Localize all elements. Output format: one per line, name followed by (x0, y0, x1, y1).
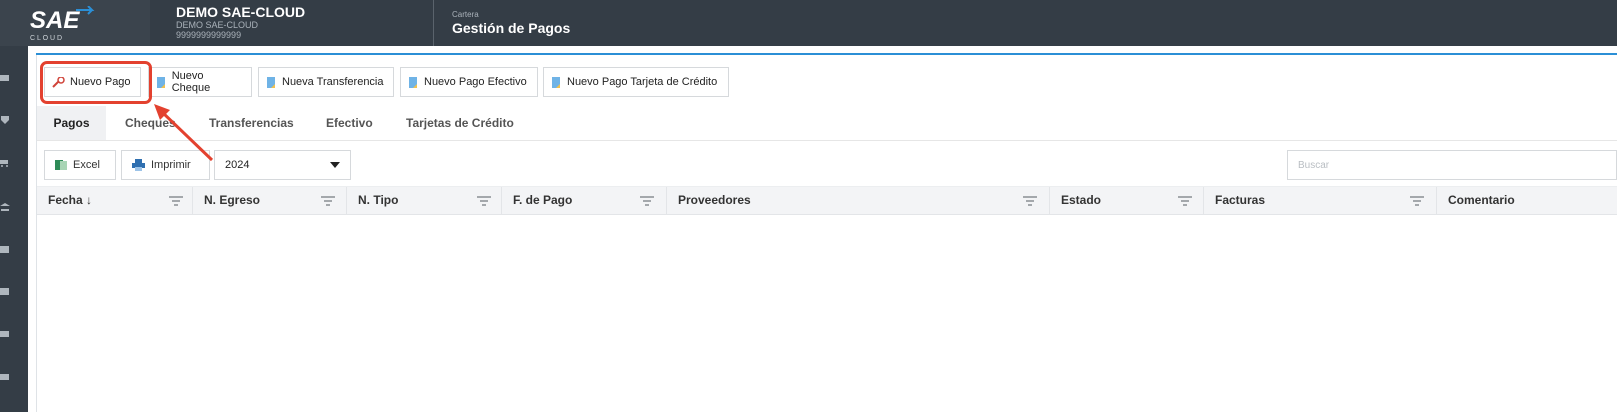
column-n-tipo-label: N. Tipo (358, 193, 399, 207)
caret-down-icon (330, 162, 340, 168)
sidebar-chart-icon[interactable] (0, 373, 10, 381)
new-cash-payment-button[interactable]: Nuevo Pago Efectivo (400, 67, 538, 97)
sidebar-folder-icon[interactable] (0, 245, 10, 253)
company-id: 9999999999999 (176, 30, 242, 40)
filter-icon[interactable] (1178, 196, 1192, 206)
new-check-label: Nuevo Cheque (171, 70, 211, 94)
column-facturas-label: Facturas (1215, 193, 1266, 207)
page-title: Gestión de Pagos (452, 20, 571, 36)
company-name: DEMO SAE-CLOUD (176, 4, 306, 20)
year-select[interactable]: 2024 (214, 150, 351, 180)
filter-icon[interactable] (169, 196, 183, 206)
printer-icon (132, 159, 145, 171)
company-subname: DEMO SAE-CLOUD (176, 20, 259, 30)
new-check-button[interactable]: Nuevo Cheque (148, 67, 252, 97)
grid-body (37, 214, 1617, 412)
column-estado-label: Estado (1061, 193, 1102, 207)
svg-text:SAE: SAE (30, 7, 80, 34)
filter-icon[interactable] (321, 196, 335, 206)
top-bar: SAE C L O U D DEMO SAE-CLOUD DEMO SAE-CL… (0, 0, 1617, 46)
column-facturas[interactable]: Facturas (1204, 187, 1437, 214)
sidebar-shield-icon[interactable] (0, 116, 10, 124)
search-input[interactable] (1287, 150, 1617, 180)
document-icon (157, 76, 165, 88)
document-icon (409, 76, 417, 88)
company-info: DEMO SAE-CLOUD DEMO SAE-CLOUD 9999999999… (176, 4, 306, 41)
filter-icon[interactable] (477, 196, 491, 206)
new-credit-card-payment-label: Nuevo Pago Tarjeta de Crédito (567, 76, 718, 88)
excel-label: Excel (73, 159, 100, 171)
column-n-egreso[interactable]: N. Egreso (193, 187, 347, 214)
excel-button[interactable]: Excel (44, 150, 116, 180)
column-n-egreso-label: N. Egreso (204, 193, 261, 207)
tab-pagos[interactable]: Pagos (37, 106, 106, 140)
module-title-block: Cartera Gestión de Pagos (452, 10, 570, 37)
column-comentario-label: Comentario (1448, 193, 1515, 207)
column-n-tipo[interactable]: N. Tipo (347, 187, 502, 214)
new-cash-payment-label: Nuevo Pago Efectivo (424, 76, 527, 88)
tab-transferencias[interactable]: Transferencias (209, 106, 294, 140)
sidebar-bank-icon[interactable] (0, 203, 10, 211)
document-icon (267, 76, 275, 88)
column-comentario[interactable]: Comentario (1437, 187, 1617, 214)
column-f-de-pago-label: F. de Pago (513, 193, 573, 207)
tab-cheques[interactable]: Cheques (125, 106, 176, 140)
column-fecha-label: Fecha ↓ (48, 193, 93, 207)
print-label: Imprimir (151, 159, 191, 171)
filter-icon[interactable] (640, 196, 654, 206)
sidebar-file-icon[interactable] (0, 287, 10, 295)
filter-icon[interactable] (1410, 196, 1424, 206)
content-accent-line (36, 53, 1617, 55)
column-proveedores-label: Proveedores (678, 193, 751, 207)
column-f-de-pago[interactable]: F. de Pago (502, 187, 667, 214)
year-select-value: 2024 (225, 159, 250, 171)
header-divider (433, 0, 434, 46)
sidebar-report-icon[interactable] (0, 330, 10, 338)
sae-cloud-logo-icon: SAE C L O U D (30, 6, 95, 42)
column-proveedores[interactable]: Proveedores (667, 187, 1050, 214)
grid-header: Fecha ↓ N. Egreso N. Tipo F. de Pago Pro… (37, 186, 1617, 215)
svg-text:C L O U D: C L O U D (30, 35, 62, 42)
sidebar (0, 46, 28, 412)
new-transfer-button[interactable]: Nueva Transferencia (258, 67, 394, 97)
print-button[interactable]: Imprimir (121, 150, 210, 180)
filter-icon[interactable] (1023, 196, 1037, 206)
highlight-box (40, 61, 152, 104)
excel-icon (55, 160, 67, 170)
new-transfer-label: Nueva Transferencia (282, 76, 384, 88)
column-fecha[interactable]: Fecha ↓ (37, 187, 193, 214)
document-icon (552, 76, 560, 88)
app-logo[interactable]: SAE C L O U D (0, 0, 150, 46)
tab-efectivo[interactable]: Efectivo (326, 106, 373, 140)
sidebar-menu-icon[interactable] (0, 74, 10, 82)
new-credit-card-payment-button[interactable]: Nuevo Pago Tarjeta de Crédito (543, 67, 729, 97)
sidebar-cart-icon[interactable] (0, 159, 10, 167)
tab-tarjetas-credito[interactable]: Tarjetas de Crédito (406, 106, 514, 140)
tab-bar: Pagos Cheques Transferencias Efectivo Ta… (37, 106, 1617, 141)
column-estado[interactable]: Estado (1050, 187, 1204, 214)
module-breadcrumb: Cartera (452, 10, 479, 19)
